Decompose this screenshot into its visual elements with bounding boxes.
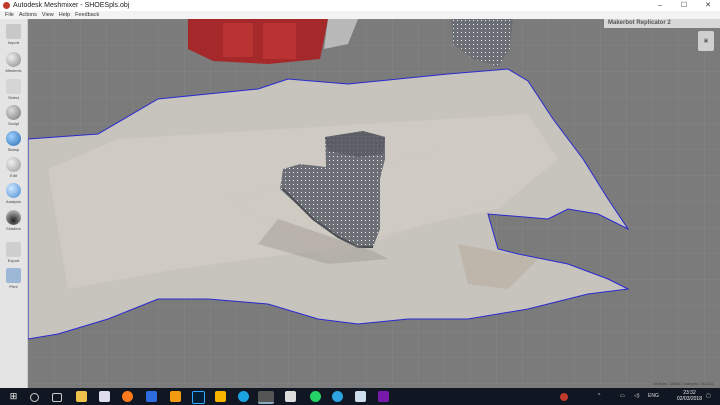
illustrator-icon[interactable]: [215, 391, 226, 402]
tool-shaders[interactable]: Shaders: [0, 210, 27, 231]
menu-file[interactable]: File: [5, 12, 14, 18]
calculator-icon[interactable]: [285, 391, 296, 402]
tool-select[interactable]: Select: [0, 79, 27, 100]
view-cube-icon[interactable]: ▣: [698, 31, 714, 51]
clock[interactable]: 23:32 02/03/2018: [677, 390, 702, 402]
3d-viewport[interactable]: Makerbot Replicator 2 ▣ vertices: 186693…: [28, 19, 720, 388]
edit-icon: [6, 157, 21, 172]
telegram-icon[interactable]: [332, 391, 343, 402]
meshmixer-icon[interactable]: [258, 391, 274, 404]
notes-icon[interactable]: [355, 391, 366, 402]
minimize-button[interactable]: –: [648, 0, 672, 11]
menu-view[interactable]: View: [42, 12, 54, 18]
chevron-up-icon[interactable]: ^: [598, 388, 600, 405]
vlc-icon[interactable]: [170, 391, 181, 402]
files-icon[interactable]: [146, 391, 157, 402]
tool-print[interactable]: Print: [0, 268, 27, 289]
export-icon: [6, 242, 21, 257]
menu-feedback[interactable]: Feedback: [75, 12, 99, 18]
print-icon: [6, 268, 21, 283]
menu-help[interactable]: Help: [59, 12, 70, 18]
tool-meshmix[interactable]: Meshmix: [0, 52, 27, 73]
clock-date: 02/03/2018: [676, 396, 702, 402]
close-button[interactable]: ✕: [696, 0, 720, 11]
tool-stamp[interactable]: Stamp: [0, 131, 27, 152]
firefox-icon[interactable]: [122, 391, 133, 402]
tool-sculpt[interactable]: Sculpt: [0, 105, 27, 126]
window-title: Autodesk Meshmixer - SHOESpls.obj: [13, 2, 130, 9]
notification-icon[interactable]: ▢: [706, 388, 711, 405]
store-icon[interactable]: [99, 391, 110, 402]
search-icon[interactable]: [30, 393, 39, 402]
language-indicator[interactable]: ENG: [648, 388, 659, 405]
tool-edit[interactable]: Edit: [0, 157, 27, 178]
ccleaner-icon[interactable]: [238, 391, 249, 402]
stamp-icon: [6, 131, 21, 146]
scene-render: [28, 19, 720, 388]
analysis-icon: [6, 183, 21, 198]
printer-selector[interactable]: Makerbot Replicator 2: [604, 19, 720, 28]
windows-taskbar: ⊞ ^ ▭ ◁) ENG 23:32 02/03/2018 ▢: [0, 388, 720, 405]
title-bar: Autodesk Meshmixer - SHOESpls.obj – ☐ ✕: [0, 0, 720, 11]
red-bag: [188, 19, 328, 64]
sphere-icon: [6, 52, 21, 67]
tool-export[interactable]: Export: [0, 242, 27, 263]
tool-analysis[interactable]: Analysis: [0, 183, 27, 204]
network-icon[interactable]: ▭: [620, 388, 625, 405]
meshmixer-icon: [3, 2, 10, 9]
plus-icon: [6, 24, 21, 39]
tool-sidebar: Import Meshmix Select Sculpt Stamp Edit …: [0, 19, 28, 388]
taskview-icon[interactable]: [52, 393, 62, 402]
mesh-stats: vertices: 186693 triangles: 361161: [653, 381, 714, 386]
sculpt-icon: [6, 105, 21, 120]
shader-icon: [6, 210, 21, 225]
brush-icon: [6, 79, 21, 94]
explorer-icon[interactable]: [76, 391, 87, 402]
tool-import[interactable]: Import: [0, 24, 27, 45]
whatsapp-icon[interactable]: [310, 391, 321, 402]
volume-icon[interactable]: ◁): [634, 388, 640, 405]
antivirus-tray-icon[interactable]: [560, 393, 568, 401]
windows-icon[interactable]: ⊞: [8, 391, 19, 402]
photoshop-icon[interactable]: [192, 391, 205, 404]
onenote-icon[interactable]: [378, 391, 389, 402]
maximize-button[interactable]: ☐: [672, 0, 696, 11]
menu-actions[interactable]: Actions: [19, 12, 37, 18]
